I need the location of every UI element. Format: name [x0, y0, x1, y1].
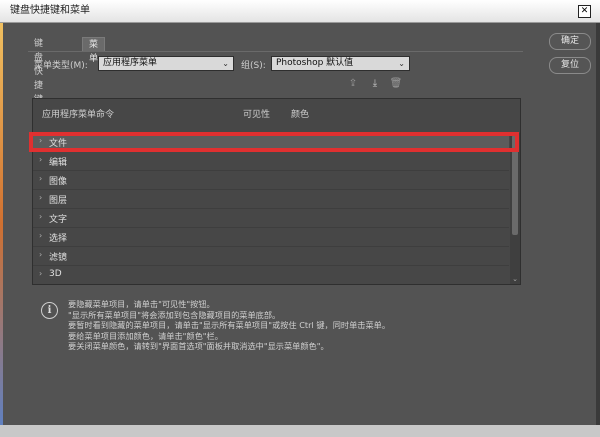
window-bottom-edge [0, 425, 600, 437]
info-text: 要隐藏菜单项目，请单击"可见性"按钮。 "显示所有菜单项目"将会添加到包含隐藏项… [68, 299, 508, 352]
menu-type-value: 应用程序菜单 [103, 58, 158, 68]
row-label: 文件 [49, 139, 68, 149]
row-label: 图层 [49, 196, 68, 206]
expand-arrow-icon[interactable]: › [39, 231, 42, 240]
menu-type-label: 菜单类型(M): [34, 61, 88, 71]
table-row[interactable]: › 图像 [33, 171, 509, 190]
dialog-body: 键盘快捷键 菜单 菜单类型(M): 应用程序菜单 ⌄ 组(S): Photosh… [3, 23, 596, 425]
scrollbar-thumb[interactable] [512, 135, 518, 235]
row-label: 选择 [49, 234, 68, 244]
column-header-visibility: 可见性 [243, 110, 271, 120]
info-line: 要给菜单项目添加颜色，请单击"颜色"栏。 [68, 330, 223, 341]
set-label: 组(S): [241, 61, 266, 71]
expand-arrow-icon[interactable]: › [39, 136, 42, 145]
delete-icon[interactable]: 🗑 [389, 78, 403, 90]
info-line: "显示所有菜单项目"将会添加到包含隐藏项目的菜单底部。 [68, 309, 281, 320]
expand-arrow-icon[interactable]: › [39, 174, 42, 183]
close-button[interactable]: ✕ [578, 5, 591, 18]
set-select[interactable]: Photoshop 默认值 ⌄ [271, 56, 410, 71]
expand-arrow-icon[interactable]: › [39, 155, 42, 164]
ok-button[interactable]: 确定 [549, 33, 591, 50]
column-header-command: 应用程序菜单命令 [42, 110, 115, 120]
vertical-scrollbar[interactable]: ⌄ [510, 133, 520, 284]
menu-command-table: 应用程序菜单命令 可见性 颜色 › 文件 › 编辑 › 图像 › 图层 › 文字 › 选择 … [32, 98, 521, 285]
expand-arrow-icon[interactable]: › [39, 193, 42, 202]
table-row[interactable]: › 文字 [33, 209, 509, 228]
chevron-down-icon: ⌄ [222, 59, 229, 68]
save-set-icon[interactable]: ⇪ [346, 78, 360, 90]
tab-menus[interactable]: 菜单 [82, 37, 106, 64]
info-icon: i [41, 302, 58, 319]
tab-divider [28, 51, 523, 52]
row-label: 3D [49, 269, 62, 279]
table-row[interactable]: › 图层 [33, 190, 509, 209]
expand-arrow-icon[interactable]: › [39, 269, 42, 278]
table-row[interactable]: › 编辑 [33, 152, 509, 171]
info-line: 要暂时看到隐藏的菜单项目，请单击"显示所有菜单项目"或按住 Ctrl 键，同时单… [68, 320, 391, 330]
table-header: 应用程序菜单命令 可见性 颜色 [33, 99, 520, 133]
expand-arrow-icon[interactable]: › [39, 250, 42, 259]
set-value: Photoshop 默认值 [276, 58, 354, 68]
table-row[interactable]: › 滤镜 [33, 247, 509, 266]
window-title: 键盘快捷键和菜单 [10, 5, 90, 16]
row-label: 滤镜 [49, 253, 68, 263]
info-line: 要隐藏菜单项目，请单击"可见性"按钮。 [68, 299, 215, 309]
menu-type-select[interactable]: 应用程序菜单 ⌄ [98, 56, 234, 71]
reset-button[interactable]: 复位 [549, 57, 591, 74]
expand-arrow-icon[interactable]: › [39, 212, 42, 221]
table-row[interactable]: › 3D [33, 266, 509, 284]
table-row[interactable]: › 文件 [33, 133, 509, 152]
row-label: 图像 [49, 177, 68, 187]
tab-keyboard-shortcuts[interactable]: 键盘快捷键 [28, 37, 49, 105]
table-row[interactable]: › 选择 [33, 228, 509, 247]
row-label: 文字 [49, 215, 68, 225]
column-header-color: 颜色 [291, 110, 310, 120]
table-rows: ›文件 ›编辑 ›图像 ›图层 ›文字 ›选择 ›滤镜 ›3D ›视图 [33, 133, 509, 284]
chevron-down-icon: ⌄ [398, 59, 405, 68]
scroll-down-icon[interactable]: ⌄ [511, 275, 519, 283]
title-bar: 键盘快捷键和菜单 ✕ [0, 0, 600, 23]
row-label: 编辑 [49, 158, 68, 168]
info-line: 要关闭菜单颜色，请转到"界面首选项"面板并取消选中"显示菜单颜色"。 [68, 341, 329, 351]
save-as-icon[interactable]: ⤓ [368, 78, 382, 90]
